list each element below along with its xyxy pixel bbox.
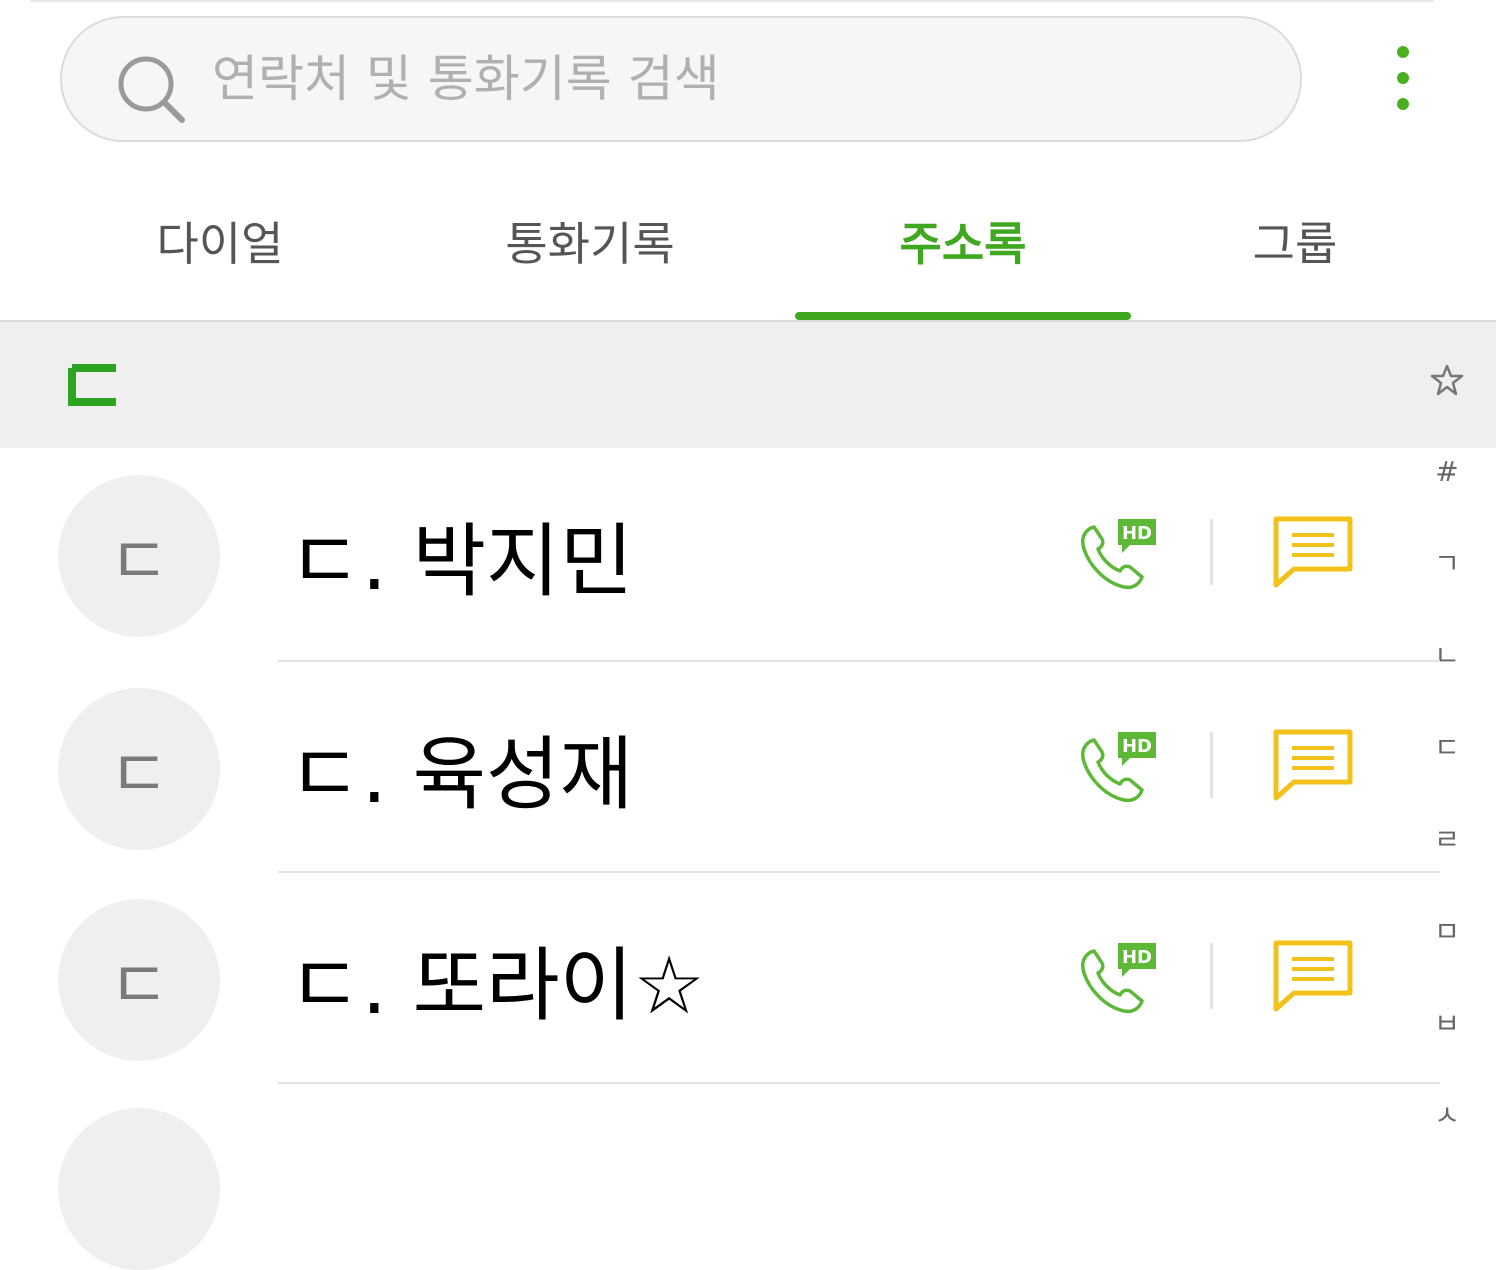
svg-text:HD: HD xyxy=(1122,736,1152,757)
message-icon[interactable] xyxy=(1270,724,1356,808)
contact-name: ㄷ. 육성재 xyxy=(288,727,634,821)
message-icon[interactable] xyxy=(1270,935,1356,1019)
action-divider xyxy=(1210,519,1213,585)
action-divider xyxy=(1210,943,1213,1009)
svg-text:HD: HD xyxy=(1122,947,1152,968)
avatar: ㄷ xyxy=(58,475,220,637)
list-item[interactable]: ㄷ ㄷ. 박지민 HD xyxy=(0,449,1440,660)
row-divider xyxy=(278,1082,1440,1084)
action-divider xyxy=(1210,732,1213,798)
index-item-siot[interactable]: ㅅ xyxy=(1420,1098,1474,1134)
top-divider xyxy=(30,0,1434,2)
tab-bar: 다이얼 통화기록 주소록 그룹 xyxy=(0,160,1496,322)
avatar: ㄷ xyxy=(58,899,220,1061)
search-icon xyxy=(118,56,185,123)
list-item[interactable]: ㄷ ㄷ. 또라이☆ HD xyxy=(0,873,1440,1084)
section-header xyxy=(0,322,1496,448)
avatar xyxy=(58,1108,220,1270)
star-outline-icon[interactable] xyxy=(1420,362,1474,398)
hd-call-icon[interactable]: HD xyxy=(1074,722,1158,806)
tab-dial[interactable]: 다이얼 xyxy=(60,160,380,322)
search-input[interactable] xyxy=(212,18,1112,140)
section-letter xyxy=(68,364,116,406)
contact-name: ㄷ. 박지민 xyxy=(288,514,634,608)
tab-groups[interactable]: 그룹 xyxy=(1140,160,1450,322)
avatar: ㄷ xyxy=(58,688,220,850)
hd-call-icon[interactable]: HD xyxy=(1074,509,1158,593)
message-icon[interactable] xyxy=(1270,511,1356,595)
search-bar[interactable] xyxy=(60,16,1302,142)
more-options-icon[interactable] xyxy=(1380,36,1426,120)
contact-name: ㄷ. 또라이☆ xyxy=(288,938,705,1032)
list-item[interactable]: ㄷ ㄷ. 육성재 HD xyxy=(0,662,1440,873)
tab-contacts[interactable]: 주소록 xyxy=(795,160,1131,322)
hd-call-icon[interactable]: HD xyxy=(1074,933,1158,1017)
svg-text:HD: HD xyxy=(1122,523,1152,544)
tab-call-log[interactable]: 통화기록 xyxy=(430,160,750,322)
active-tab-indicator xyxy=(795,312,1131,320)
